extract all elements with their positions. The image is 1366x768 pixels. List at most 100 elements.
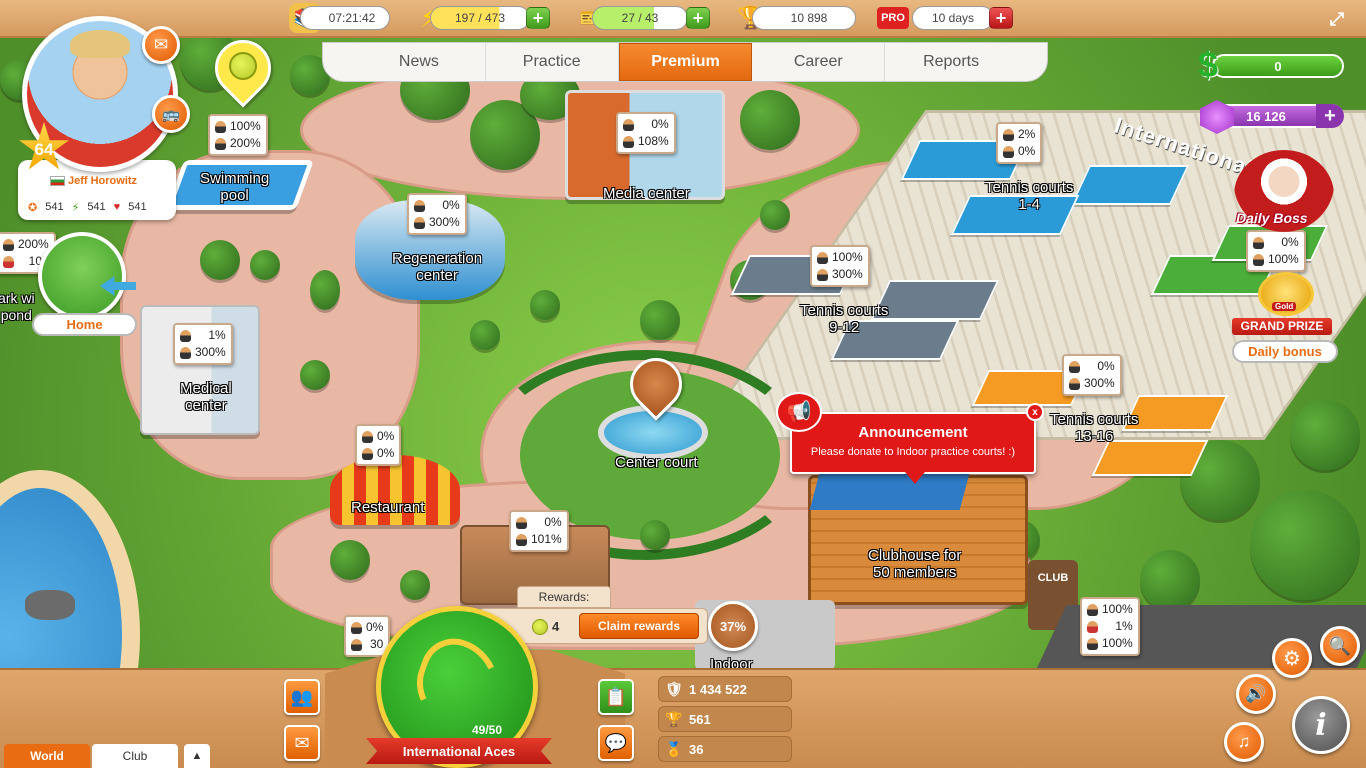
- add-tickets-button[interactable]: +: [686, 7, 710, 29]
- add-gems-button[interactable]: +: [1316, 104, 1344, 128]
- tickets-display: 27 / 43: [592, 6, 688, 30]
- stat-value: 200%: [18, 237, 49, 251]
- club-name-banner[interactable]: International Aces: [366, 738, 552, 764]
- clubhouse-label[interactable]: Clubhouse for 50 members: [868, 547, 961, 581]
- player-icon: [3, 255, 14, 268]
- court[interactable]: [1091, 440, 1209, 476]
- tree: [330, 540, 370, 580]
- restaurant-stats: 0% 0%: [355, 424, 402, 466]
- search-button[interactable]: 🔍: [1320, 626, 1360, 666]
- tree: [640, 520, 670, 550]
- media-center-label[interactable]: Media center: [603, 185, 690, 202]
- center-court-label[interactable]: Center court: [615, 454, 698, 471]
- mail-button[interactable]: ✉: [142, 26, 180, 64]
- lightning-icon: ⚡: [71, 201, 80, 214]
- player-icon: [1087, 637, 1098, 650]
- hotel-stats: 0% 101%: [509, 510, 569, 552]
- tree: [530, 290, 560, 320]
- stat-value: 1 434 522: [689, 681, 747, 697]
- stat-value: 1%: [208, 328, 226, 342]
- add-pro-button[interactable]: +: [989, 7, 1013, 29]
- bus-button[interactable]: 🚌: [152, 95, 190, 133]
- cash-display: 0: [1212, 54, 1344, 78]
- player-icon: [351, 621, 362, 634]
- fullscreen-icon[interactable]: ⤢: [1326, 9, 1348, 29]
- heart-icon: ♥: [113, 201, 121, 213]
- add-energy-button[interactable]: +: [526, 7, 550, 29]
- mail-button[interactable]: ✉: [284, 725, 320, 761]
- stat-value: 100%: [1102, 602, 1133, 616]
- indoor-progress-badge[interactable]: 37%: [708, 601, 758, 651]
- regeneration-stats: 0% 300%: [407, 193, 467, 235]
- chat-button[interactable]: 💬: [598, 725, 634, 761]
- tennis-courts-1-4-label[interactable]: Tennis courts 1-4: [985, 179, 1073, 213]
- game-map[interactable]: CLUB Swimming pool Media center Regenera…: [0, 0, 1366, 768]
- tennis-courts-9-12-label[interactable]: Tennis courts 9-12: [800, 302, 888, 336]
- regeneration-center-label[interactable]: Regeneration center: [392, 250, 482, 284]
- player-icon: [362, 447, 373, 460]
- rocks: [25, 590, 75, 620]
- player-icon: [1069, 360, 1080, 373]
- player-name[interactable]: Jeff Horowitz: [68, 175, 137, 187]
- tab-practice[interactable]: Practice: [486, 43, 619, 81]
- daily-bonus-button[interactable]: Daily bonus: [1232, 340, 1338, 363]
- restaurant-label[interactable]: Restaurant: [351, 499, 424, 516]
- player-icon: [414, 199, 425, 212]
- stat-value: 100%: [1102, 636, 1133, 650]
- tennis-courts-13-16-label[interactable]: Tennis courts 13-16: [1050, 411, 1138, 445]
- gold-label: Gold: [1272, 302, 1297, 311]
- tab-news[interactable]: News: [353, 43, 486, 81]
- courts-13-16-stats: 0% 300%: [1062, 354, 1122, 396]
- court[interactable]: [870, 280, 1000, 320]
- daily-boss-label[interactable]: Daily Boss: [1236, 210, 1308, 226]
- info-button[interactable]: i: [1292, 696, 1350, 754]
- stat-value: 0%: [1097, 359, 1115, 373]
- player-icon: [414, 216, 425, 229]
- club-medals-stat: 🏅 36: [658, 736, 792, 762]
- friends-button[interactable]: 👥: [284, 679, 320, 715]
- music-mute-button[interactable]: ♫: [1224, 722, 1264, 762]
- stat-value: 100%: [1268, 252, 1299, 266]
- home-stadium-icon[interactable]: [38, 232, 126, 320]
- swimming-pool-label[interactable]: Swimming pool: [200, 170, 269, 204]
- stat-value: 1%: [1115, 619, 1133, 633]
- tree: [300, 360, 330, 390]
- settings-button[interactable]: ⚙: [1272, 638, 1312, 678]
- courts-9-12-stats: 100% 300%: [810, 245, 870, 287]
- daily-boss-icon[interactable]: [1234, 150, 1334, 240]
- announcement-popup[interactable]: Announcement Please donate to Indoor pra…: [790, 412, 1036, 474]
- chat-expand-button[interactable]: ▲: [184, 744, 210, 768]
- player-icon: [351, 638, 362, 651]
- top-resource-bar: 📚 07:21:42 ⚡ 197 / 473 + 🎫 27 / 43 + 🏆 1…: [0, 0, 1366, 38]
- stat-value: 0%: [651, 117, 669, 131]
- megaphone-icon: 📢: [776, 392, 822, 432]
- tab-premium[interactable]: Premium: [618, 43, 753, 81]
- home-button[interactable]: Home: [32, 313, 137, 336]
- tab-career[interactable]: Career: [752, 43, 886, 81]
- sound-button[interactable]: 🔊: [1236, 674, 1276, 714]
- claim-rewards-button[interactable]: Claim rewards: [579, 613, 699, 639]
- tree: [1250, 490, 1360, 600]
- tree: [200, 240, 240, 280]
- chat-tab-club[interactable]: Club: [92, 744, 178, 768]
- stat-value: 0%: [1018, 144, 1036, 158]
- stat-value: 200%: [230, 136, 261, 150]
- tree: [1140, 550, 1200, 610]
- player-icon: [3, 238, 14, 251]
- stat-value: 541: [87, 201, 106, 213]
- close-icon[interactable]: x: [1026, 403, 1044, 421]
- country-flag-icon: [50, 176, 65, 186]
- park-pond-label[interactable]: ark wi pond: [0, 290, 35, 324]
- player-icon: [215, 137, 226, 150]
- chat-tab-world[interactable]: World: [4, 744, 90, 768]
- player-icon: [1087, 620, 1098, 633]
- medical-center-label[interactable]: Medical center: [180, 380, 232, 414]
- tasks-button[interactable]: 📋: [598, 679, 634, 715]
- stat-value: 561: [689, 711, 711, 727]
- tab-reports[interactable]: Reports: [885, 43, 1017, 81]
- rewards-title: Rewards:: [517, 586, 611, 608]
- stat-value: 0%: [366, 620, 384, 634]
- swimming-pool-stats: 100% 200%: [208, 114, 268, 156]
- court[interactable]: [1070, 165, 1190, 205]
- stat-value: 30: [369, 637, 384, 651]
